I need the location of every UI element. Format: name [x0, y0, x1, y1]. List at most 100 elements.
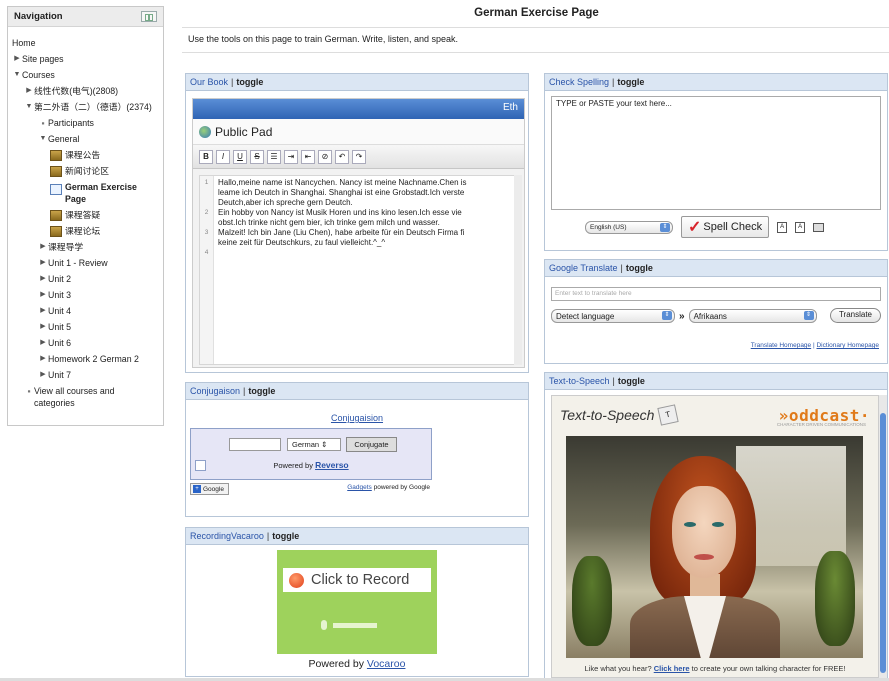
- undo-icon[interactable]: ↶: [335, 149, 349, 164]
- nav-course-linear-algebra[interactable]: ▶ 线性代数(电气)(2808): [12, 83, 159, 99]
- spell-check-button[interactable]: ✓ Spell Check: [681, 216, 770, 238]
- block-title: Text-to-Speech: [549, 376, 610, 386]
- click-to-record-button[interactable]: Click to Record: [283, 568, 431, 592]
- toggle-link[interactable]: toggle: [236, 77, 263, 87]
- scrollbar-thumb[interactable]: [880, 413, 886, 673]
- nav-unit[interactable]: ▶ Unit 2: [12, 271, 159, 287]
- language-select[interactable]: English (US) ⇕: [585, 220, 673, 234]
- bold-button[interactable]: B: [199, 149, 213, 164]
- public-pad-bar: Public Pad: [193, 119, 524, 145]
- add-to-google-button[interactable]: + Google: [190, 483, 229, 495]
- collapse-arrow-icon: ▼: [25, 103, 33, 110]
- print-icon[interactable]: [813, 222, 825, 232]
- italic-button[interactable]: I: [216, 149, 230, 164]
- verb-input[interactable]: [229, 438, 281, 451]
- gadgets-link[interactable]: Gadgets: [347, 484, 372, 491]
- nav-resource-news[interactable]: 新闻讨论区: [12, 163, 159, 179]
- dock-block-icon[interactable]: [141, 11, 157, 22]
- nav-unit-label: Unit 3: [48, 290, 71, 300]
- spell-textarea[interactable]: TYPE or PASTE your text here...: [551, 96, 881, 210]
- nav-resource-qa[interactable]: 课程答疑: [12, 207, 159, 223]
- expand-arrow-icon: ▶: [40, 275, 46, 282]
- redo-icon[interactable]: ↷: [352, 149, 366, 164]
- nav-home-label: Home: [12, 38, 36, 48]
- nav-unit[interactable]: ▶ Unit 5: [12, 319, 159, 335]
- underline-button[interactable]: U: [233, 149, 247, 164]
- indent-icon[interactable]: ⇥: [284, 149, 298, 164]
- nav-general[interactable]: ▼ General: [12, 131, 159, 147]
- translate-homepage-link[interactable]: Translate Homepage: [751, 342, 811, 349]
- translate-controls: Detect language ⇕ » Afrikaans ⇕: [551, 309, 817, 323]
- conjugate-button[interactable]: Conjugate: [346, 437, 397, 452]
- character-lips: [694, 554, 714, 560]
- expand-arrow-icon: ▶: [40, 307, 46, 314]
- select-arrow-icon: ⇕: [803, 311, 814, 320]
- translate-button[interactable]: Translate: [829, 308, 881, 323]
- nav-resource-label: German Exercise Page: [65, 182, 137, 204]
- font-small-icon[interactable]: A: [777, 221, 788, 233]
- vocaroo-link[interactable]: Vocaroo: [367, 658, 406, 670]
- nav-unit[interactable]: ▶ Unit 3: [12, 287, 159, 303]
- talking-character[interactable]: [566, 436, 863, 658]
- font-large-icon[interactable]: A: [795, 221, 806, 233]
- translate-input[interactable]: Enter text to translate here: [551, 287, 881, 301]
- nav-unit[interactable]: ▶ Unit 1 - Review: [12, 255, 159, 271]
- nav-participants[interactable]: ▪ Participants: [12, 115, 159, 131]
- nav-unit-label: Unit 6: [48, 338, 71, 348]
- expand-arrow-icon: ▶: [40, 259, 46, 266]
- forum-icon: [50, 226, 62, 237]
- nav-home[interactable]: Home: [12, 35, 159, 51]
- widget-scrollbar[interactable]: [879, 395, 887, 678]
- conjugate-language-select[interactable]: German ⇕: [287, 438, 341, 451]
- pad-text: Hallo,meine name ist Nancychen. Nancy is…: [214, 176, 514, 364]
- nav-resource-announcements[interactable]: 课程公告: [12, 147, 159, 163]
- nav-unit[interactable]: ▶ Unit 4: [12, 303, 159, 319]
- nav-unit[interactable]: ▶ Unit 7: [12, 367, 159, 383]
- nav-resource-forum[interactable]: 课程论坛: [12, 223, 159, 239]
- bullet-list-icon[interactable]: ☰: [267, 149, 281, 164]
- strikethrough-button[interactable]: S: [250, 149, 264, 164]
- nav-site-pages[interactable]: ▶ Site pages: [12, 51, 159, 67]
- toggle-link[interactable]: toggle: [272, 531, 299, 541]
- source-language-select[interactable]: Detect language ⇕: [551, 309, 675, 323]
- nav-resource-german-exercise[interactable]: German Exercise Page: [12, 179, 159, 207]
- nav-unit[interactable]: ▶ Homework 2 German 2: [12, 351, 159, 367]
- toggle-link[interactable]: toggle: [617, 77, 644, 87]
- line-number: 1: [204, 179, 209, 186]
- create-character-link[interactable]: Click here: [654, 664, 690, 673]
- google-label: Google: [203, 485, 224, 493]
- nav-guide[interactable]: ▶ 课程导学: [12, 239, 159, 255]
- navigation-header: Navigation: [8, 7, 163, 27]
- block-header: Text-to-Speech | toggle: [545, 373, 887, 390]
- toggle-link[interactable]: toggle: [248, 386, 275, 396]
- character-eye: [712, 522, 724, 527]
- expand-arrow-icon: ▶: [14, 55, 20, 62]
- nav-unit-label: Unit 7: [48, 370, 71, 380]
- block-header: RecordingVacaroo | toggle: [186, 528, 528, 545]
- nav-view-all-courses[interactable]: ▪ View all courses and categories: [12, 383, 159, 411]
- nav-courses[interactable]: ▼ Courses: [12, 67, 159, 83]
- pad-editor[interactable]: 1 2 3 4 Hallo,meine name ist Nancychen. …: [199, 175, 515, 365]
- toggle-link[interactable]: toggle: [618, 376, 645, 386]
- plant-decoration: [815, 551, 855, 646]
- click-to-record-label: Click to Record: [311, 572, 410, 588]
- plus-icon: +: [193, 485, 201, 493]
- pad-line: Ein hobby von Nancy ist Musik Horen und …: [218, 208, 462, 217]
- reverso-link[interactable]: Reverso: [315, 460, 349, 470]
- nav-unit[interactable]: ▶ Unit 6: [12, 335, 159, 351]
- editor-scrollbar[interactable]: [514, 175, 522, 365]
- target-language-select[interactable]: Afrikaans ⇕: [688, 309, 817, 323]
- expand-arrow-icon: ▶: [40, 371, 46, 378]
- line-number: [200, 218, 213, 228]
- nav-course-german[interactable]: ▼ 第二外语（二）（德语）(2374): [12, 99, 159, 115]
- clear-authorship-icon[interactable]: ⊘: [318, 149, 332, 164]
- target-language-value: Afrikaans: [693, 311, 727, 321]
- dictionary-homepage-link[interactable]: Dictionary Homepage: [816, 342, 879, 349]
- separator: |: [231, 77, 234, 87]
- block-header: Google Translate | toggle: [545, 260, 887, 277]
- conjugaision-link[interactable]: Conjugaision: [186, 413, 528, 423]
- outdent-icon[interactable]: ⇤: [301, 149, 315, 164]
- vocaroo-powered: Powered by Vocaroo: [186, 658, 528, 670]
- nav-view-all-label: View all courses and categories: [34, 386, 115, 408]
- toggle-link[interactable]: toggle: [626, 263, 653, 273]
